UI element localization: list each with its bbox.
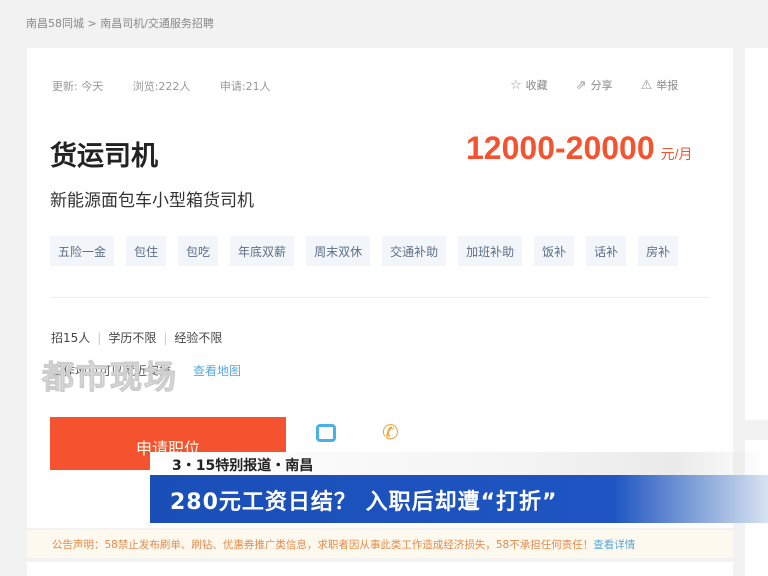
news-headline: 280元工资日结？ 入职后却遭“打折”	[150, 475, 768, 523]
report-button[interactable]: ⚠ 举报	[641, 77, 679, 93]
benefit-tag: 房补	[638, 236, 679, 266]
report-icon: ⚠	[640, 78, 653, 93]
view-count: 浏览:222人	[132, 80, 191, 93]
view-map-link[interactable]: 查看地图	[193, 364, 241, 378]
salary: 12000-20000 元/月	[466, 130, 693, 166]
update-time: 更新: 今天	[52, 80, 104, 93]
apply-count: 申请:21人	[219, 80, 271, 93]
news-kicker: 3・15特别报道・南昌	[150, 452, 768, 475]
benefit-tag: 年底双薪	[230, 236, 295, 266]
notice-details-link[interactable]: 查看详情	[593, 539, 635, 551]
job-title: 货运司机	[50, 141, 158, 172]
benefit-tag: 包吃	[178, 236, 219, 266]
benefit-tag: 话补	[586, 236, 627, 266]
notice-bar: 公告声明：58禁止发布刷单、刷钻、优惠券推广类信息，求职者因从事此类工作造成经济…	[27, 530, 733, 558]
benefit-tag: 饭补	[534, 236, 575, 266]
favorite-button[interactable]: ☆ 收藏	[510, 77, 548, 93]
benefit-tag: 五险一金	[50, 236, 115, 266]
job-stats: 更新: 今天 浏览:222人 申请:21人	[52, 78, 297, 94]
share-icon: ⇗	[575, 78, 587, 93]
breadcrumb[interactable]: 南昌58同城 > 南昌司机/交通服务招聘	[26, 15, 214, 31]
requirements: 招15人 | 学历不限 | 经验不限	[51, 331, 223, 345]
star-icon: ☆	[510, 78, 522, 93]
benefit-tags: 五险一金 包住 包吃 年底双薪 周末双休 交通补助 加班补助 饭补 话补 房补	[50, 236, 679, 266]
benefit-tag: 交通补助	[382, 236, 447, 266]
divider	[50, 297, 710, 298]
phone-icon[interactable]: ✆	[382, 420, 399, 444]
benefit-tag: 包住	[126, 236, 167, 266]
next-section	[27, 562, 733, 576]
job-actions: ☆ 收藏 ⇗ 分享 ⚠ 举报	[510, 77, 678, 93]
job-subtitle: 新能源面包车小型箱货司机	[50, 191, 254, 211]
benefit-tag: 加班补助	[458, 236, 523, 266]
chat-icon[interactable]	[316, 424, 336, 442]
benefit-tag: 周末双休	[306, 236, 371, 266]
sidebar-card	[745, 48, 768, 420]
share-button[interactable]: ⇗ 分享	[576, 77, 613, 93]
tv-watermark-logo: 都市现场	[41, 358, 179, 397]
